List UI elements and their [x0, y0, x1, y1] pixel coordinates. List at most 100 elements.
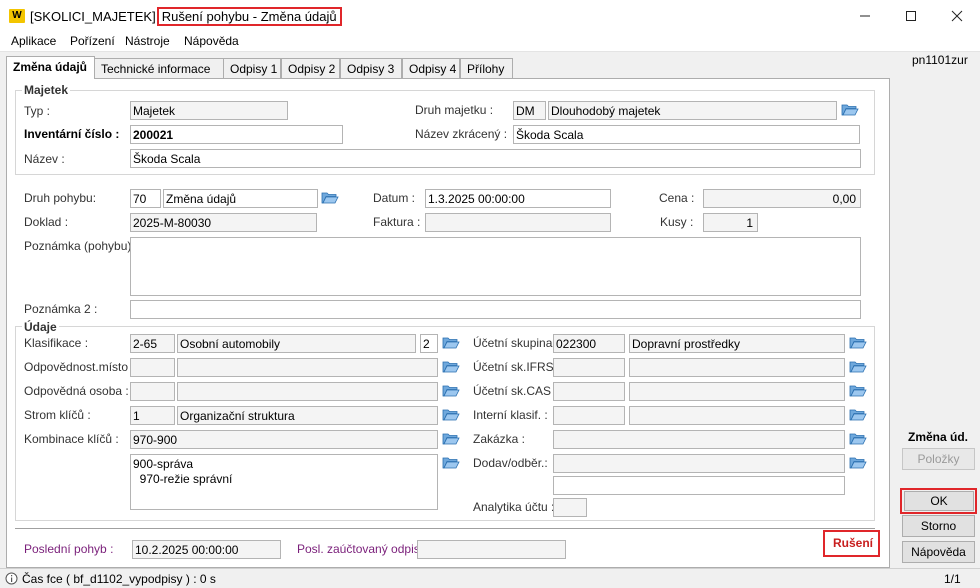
maximize-button[interactable] [888, 0, 934, 32]
klasifikace-code[interactable]: 2-65 [130, 334, 175, 353]
typ-field[interactable]: Majetek [130, 101, 288, 120]
druh-pohybu-label: Druh pohybu: [24, 191, 97, 205]
tab-zmena-udaju[interactable]: Změna údajů [6, 56, 95, 79]
ucetni-skupina-field[interactable]: Dopravní prostředky [629, 334, 845, 353]
folder-open-icon[interactable] [442, 455, 460, 470]
tab-odpisy-3[interactable]: Odpisy 3 [340, 58, 402, 78]
tab-odpisy-4[interactable]: Odpisy 4 [402, 58, 460, 78]
ucetni-sk-cas-label: Účetní sk.CAS : [473, 384, 558, 398]
minimize-button[interactable] [842, 0, 888, 32]
doklad-label: Doklad : [24, 215, 69, 229]
odpovednost-misto-field[interactable] [177, 358, 438, 377]
window-title-prefix: [SKOLICI_MAJETEK] [30, 9, 156, 24]
klasifikace-num[interactable]: 2 [420, 334, 438, 353]
menu-porizeni[interactable]: Pořízení [70, 34, 115, 48]
status-bar: Čas fce ( bf_d1102_vypodpisy ) : 0 s 1/1 [0, 568, 980, 588]
close-button[interactable] [934, 0, 980, 32]
folder-open-icon[interactable] [849, 335, 867, 350]
ruseni-label: Rušení [833, 536, 874, 550]
posledni-pohyb-field[interactable]: 10.2.2025 00:00:00 [132, 540, 281, 559]
faktura-field[interactable] [425, 213, 611, 232]
dodav-odber-field[interactable] [553, 454, 845, 473]
odpovednost-misto-code[interactable] [130, 358, 175, 377]
posledni-pohyb-label: Poslední pohyb : [24, 542, 114, 556]
druh-majetku-label: Druh majetku : [415, 103, 494, 117]
analytika-uctu-field[interactable] [553, 498, 587, 517]
odpovedna-osoba-label: Odpovědná osoba : [24, 384, 129, 398]
tab-technicke-informace[interactable]: Technické informace [94, 58, 224, 78]
right-pane: pn1101zur Změna úd. Položky OK Storno Ná… [896, 52, 980, 568]
folder-open-icon[interactable] [841, 102, 859, 117]
druh-pohybu-field[interactable]: Změna údajů [163, 189, 318, 208]
ucetni-skupina-code[interactable]: 022300 [553, 334, 625, 353]
interni-klasif-code[interactable] [553, 406, 625, 425]
klasifikace-field[interactable]: Osobní automobily [177, 334, 416, 353]
ucetni-skupina-label: Účetní skupina : [473, 336, 560, 350]
doklad-field[interactable]: 2025-M-80030 [130, 213, 317, 232]
storno-button[interactable]: Storno [902, 515, 975, 537]
druh-majetku-field[interactable]: Dlouhodobý majetek [548, 101, 837, 120]
interni-klasif-label: Interní klasif. : [473, 408, 548, 422]
druh-pohybu-code[interactable]: 70 [130, 189, 161, 208]
folder-open-icon[interactable] [442, 335, 460, 350]
tab-odpisy-1[interactable]: Odpisy 1 [223, 58, 281, 78]
faktura-label: Faktura : [373, 215, 421, 229]
druh-majetku-code[interactable]: DM [513, 101, 546, 120]
napoveda-button[interactable]: Nápověda [902, 541, 975, 563]
folder-open-icon[interactable] [849, 359, 867, 374]
menu-aplikace[interactable]: Aplikace [11, 34, 56, 48]
strom-klicu-field[interactable]: Organizační struktura [177, 406, 438, 425]
odpovedna-osoba-field[interactable] [177, 382, 438, 401]
posl-zauctovany-odpis-field[interactable] [417, 540, 566, 559]
zakazka-field[interactable] [553, 430, 845, 449]
ucetni-sk-ifrs-code[interactable] [553, 358, 625, 377]
menu-nastroje[interactable]: Nástroje [125, 34, 170, 48]
folder-open-icon[interactable] [849, 455, 867, 470]
folder-open-icon[interactable] [321, 190, 339, 205]
ucetni-sk-cas-field[interactable] [629, 382, 845, 401]
folder-open-icon[interactable] [442, 383, 460, 398]
tab-prilohy[interactable]: Přílohy [460, 58, 513, 78]
main-panel: Majetek Typ : Majetek Druh majetku : DM … [6, 78, 890, 568]
kombinace-klicu-detail[interactable]: 900-správa 970-režie správní [130, 454, 438, 510]
kombinace-klicu-field[interactable]: 970-900 [130, 430, 438, 449]
minimize-icon [860, 15, 870, 17]
ucetni-sk-cas-code[interactable] [553, 382, 625, 401]
inventarni-cislo-field[interactable]: 200021 [130, 125, 343, 144]
cena-field[interactable]: 0,00 [703, 189, 861, 208]
posl-zauctovany-odpis-label: Posl. zaúčtovaný odpis : [297, 542, 427, 556]
folder-open-icon[interactable] [442, 359, 460, 374]
info-icon [5, 572, 18, 585]
window-title-highlight: Rušení pohybu - Změna údajů [156, 7, 342, 26]
poznamka-2-label: Poznámka 2 : [24, 302, 98, 316]
form-id: pn1101zur [912, 53, 968, 67]
nazev-label: Název : [24, 152, 65, 166]
kombinace-klicu-label: Kombinace klíčů : [24, 432, 119, 446]
ok-button[interactable]: OK [904, 491, 974, 511]
nazev-zkraceny-field[interactable]: Škoda Scala [513, 125, 860, 144]
typ-label: Typ : [24, 104, 51, 118]
interni-klasif-field[interactable] [629, 406, 845, 425]
datum-field[interactable]: 1.3.2025 00:00:00 [425, 189, 611, 208]
title-bar: W [SKOLICI_MAJETEK] Rušení pohybu - Změna… [0, 0, 980, 32]
window-title: [SKOLICI_MAJETEK] Rušení pohybu - Změna ú… [30, 7, 342, 26]
nazev-field[interactable]: Škoda Scala [130, 149, 861, 168]
odpovedna-osoba-code[interactable] [130, 382, 175, 401]
poznamka-pohybu-field[interactable] [130, 237, 861, 296]
dodav-odber-field-2[interactable] [553, 476, 845, 495]
folder-open-icon[interactable] [849, 383, 867, 398]
folder-open-icon[interactable] [849, 407, 867, 422]
menu-napoveda[interactable]: Nápověda [184, 34, 239, 48]
folder-open-icon[interactable] [442, 431, 460, 446]
kusy-field[interactable]: 1 [703, 213, 758, 232]
poznamka-2-field[interactable] [130, 300, 861, 319]
polozky-button[interactable]: Položky [902, 448, 975, 470]
folder-open-icon[interactable] [442, 407, 460, 422]
tab-odpisy-2[interactable]: Odpisy 2 [281, 58, 340, 78]
poznamka-pohybu-label: Poznámka (pohybu) : [24, 239, 139, 253]
ucetni-sk-ifrs-field[interactable] [629, 358, 845, 377]
folder-open-icon[interactable] [849, 431, 867, 446]
side-title: Změna úd. [908, 430, 969, 444]
strom-klicu-code[interactable]: 1 [130, 406, 175, 425]
zakazka-label: Zakázka : [473, 432, 526, 446]
